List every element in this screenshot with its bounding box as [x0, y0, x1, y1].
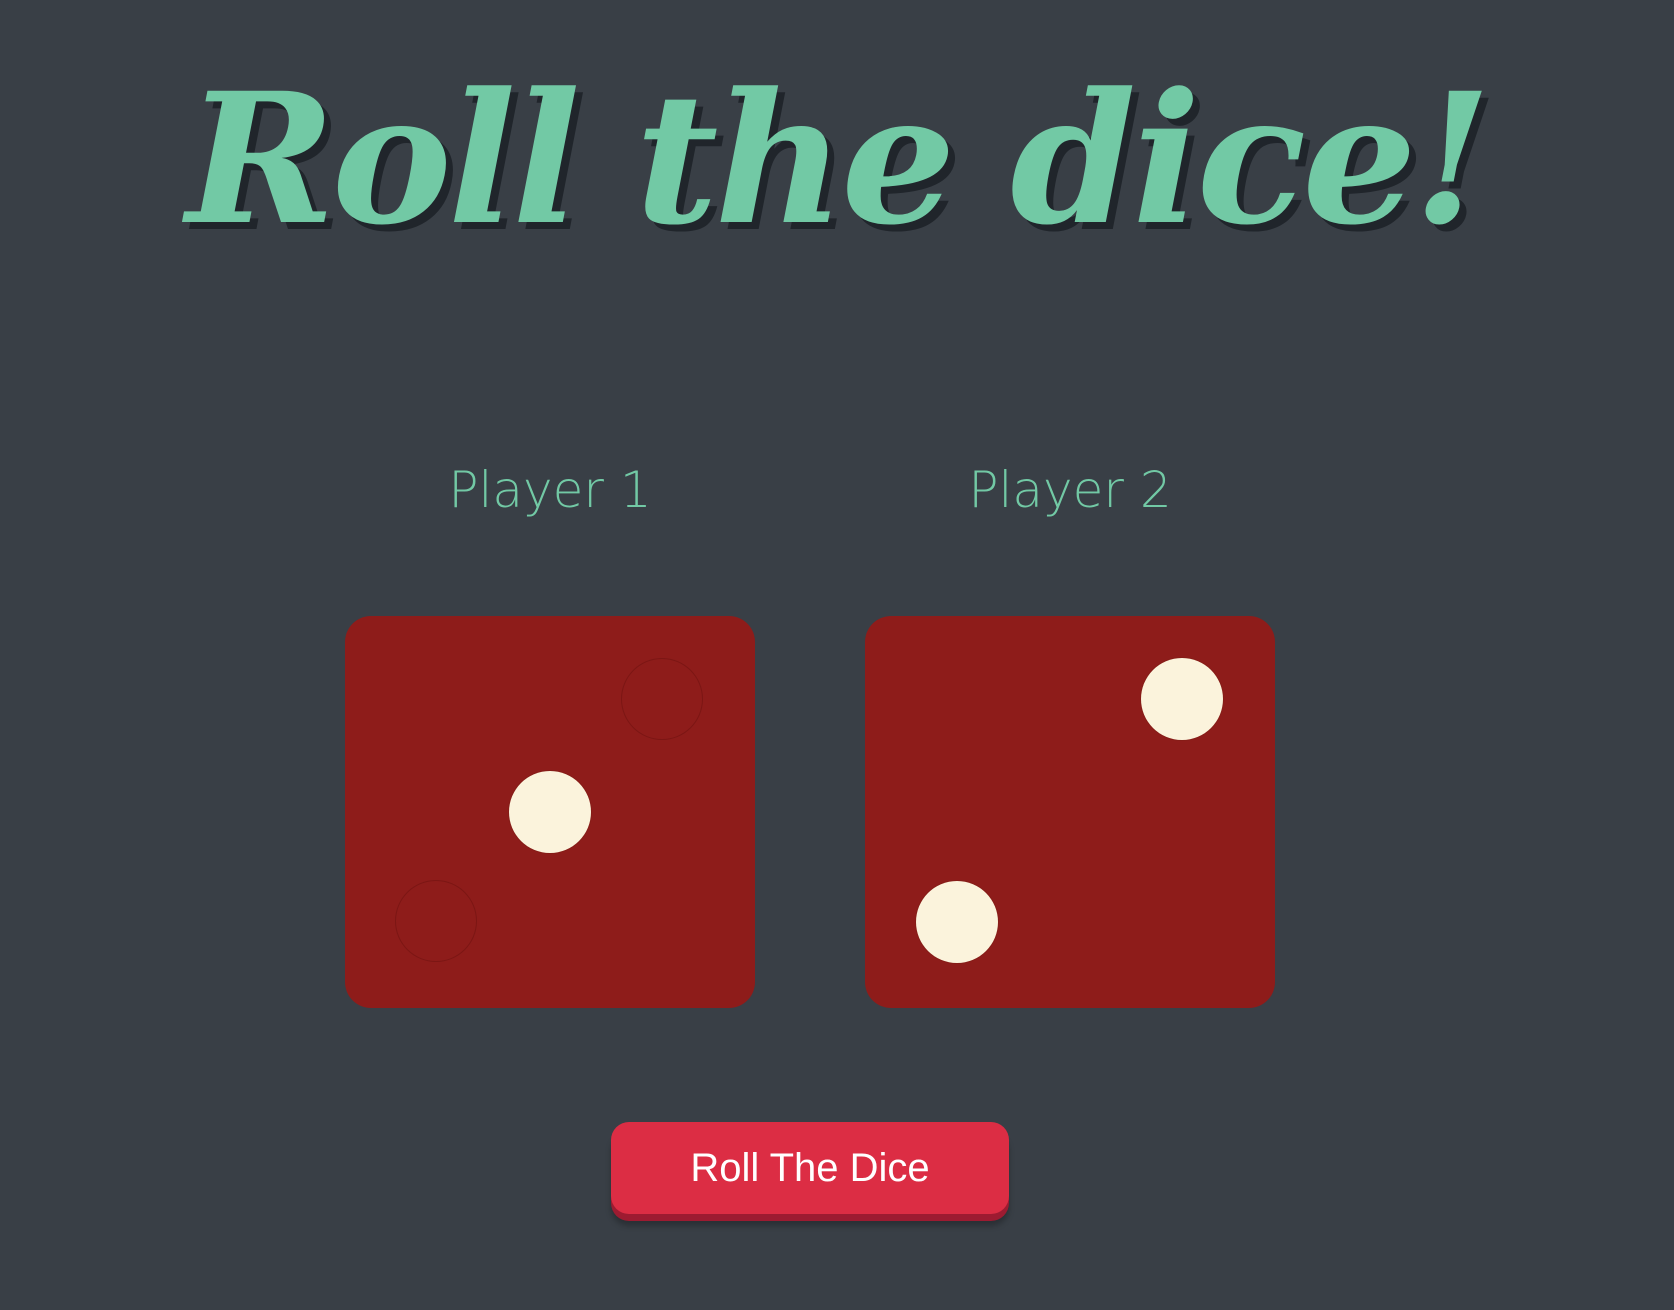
die-pip-faint	[395, 880, 477, 962]
player-1-die	[345, 616, 755, 1008]
page-title: Roll the dice!	[186, 54, 1492, 265]
die-pip	[509, 771, 591, 853]
roll-dice-button[interactable]: Roll The Dice	[611, 1122, 1009, 1214]
player-1-label: Player 1	[448, 461, 652, 519]
player-2-label: Player 2	[968, 461, 1172, 519]
die-pip	[1141, 658, 1223, 740]
die-pip-faint	[621, 658, 703, 740]
die-pip	[916, 881, 998, 963]
player-2-die	[865, 616, 1275, 1008]
